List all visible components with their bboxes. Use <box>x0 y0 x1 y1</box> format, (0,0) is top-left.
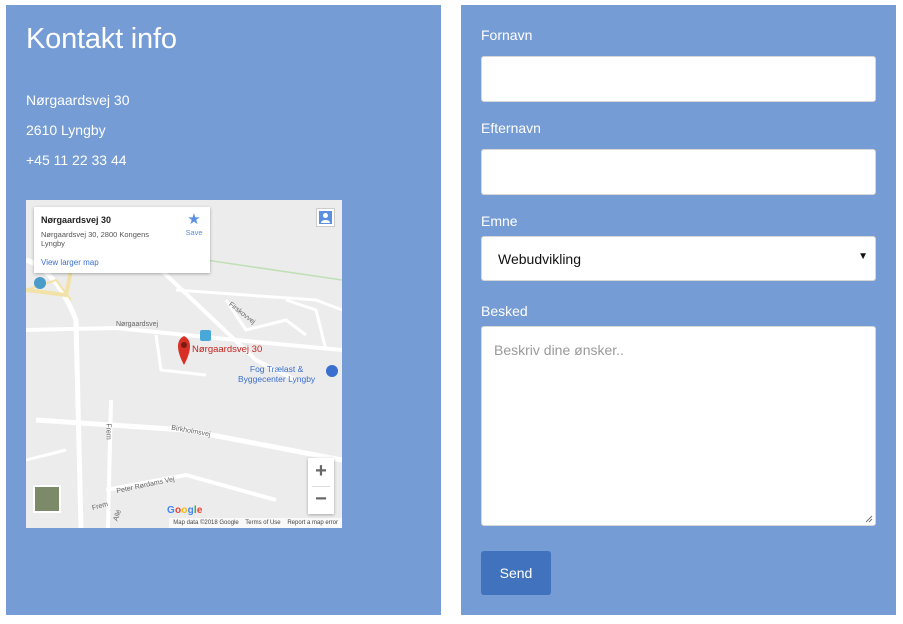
street-view-pegman-button[interactable] <box>316 208 335 227</box>
phone-number: +45 11 22 33 44 <box>26 152 127 168</box>
subject-select[interactable]: Webudvikling ▼ <box>481 236 876 281</box>
message-textarea[interactable]: Beskriv dine ønsker.. <box>481 326 876 526</box>
poi-label-line2: Byggecenter Lyngby <box>238 374 316 384</box>
pin-label: Nørgaardsvej 30 <box>192 344 263 355</box>
zoom-control: + − <box>308 458 334 514</box>
contact-info-panel: Kontakt info Nørgaardsvej 30 2610 Lyngby… <box>6 5 441 615</box>
last-name-label: Efternavn <box>481 120 541 136</box>
google-logo-letter: G <box>167 505 175 516</box>
poi-label-line1: Fog Trælast & <box>249 364 304 374</box>
google-logo: Google <box>167 505 203 516</box>
save-label: Save <box>185 228 203 237</box>
satellite-toggle-thumbnail[interactable] <box>33 485 61 513</box>
subject-selected-value: Webudvikling <box>498 251 582 267</box>
subject-label: Emne <box>481 213 518 229</box>
star-icon: ★ <box>187 211 201 228</box>
send-button[interactable]: Send <box>481 551 551 595</box>
map-card-title: Nørgaardsvej 30 <box>41 215 112 225</box>
street-label: Frem <box>104 423 112 440</box>
contact-title: Kontakt info <box>26 23 177 55</box>
address-street: Nørgaardsvej 30 <box>26 92 130 108</box>
contact-form-panel: Fornavn Efternavn Emne Webudvikling ▼ Be… <box>461 5 896 615</box>
dropdown-arrow-icon: ▼ <box>858 251 868 262</box>
view-larger-map-link[interactable]: View larger map <box>41 258 99 267</box>
map-info-card: Nørgaardsvej 30 Nørgaardsvej 30, 2800 Ko… <box>34 207 210 273</box>
message-label: Besked <box>481 303 528 319</box>
map-card-address: Nørgaardsvej 30, 2800 Kongens Lyngby <box>41 230 149 248</box>
last-name-input[interactable] <box>481 149 876 195</box>
first-name-label: Fornavn <box>481 27 533 43</box>
map-data-credit: Map data ©2018 Google <box>173 520 239 526</box>
zoom-in-button[interactable]: + <box>308 458 334 486</box>
street-label: Nørgaardsvej <box>116 321 159 328</box>
save-button[interactable]: ★ Save <box>182 211 206 238</box>
message-placeholder: Beskriv dine ønsker.. <box>494 342 624 358</box>
zoom-divider <box>312 486 330 487</box>
report-map-error-link[interactable]: Report a map error <box>287 520 338 526</box>
terms-of-use-link[interactable]: Terms of Use <box>245 520 280 526</box>
first-name-input[interactable] <box>481 56 876 102</box>
embedded-map[interactable]: Nørgaardsvej Firskovvej Birkholmsvej Fre… <box>26 200 342 528</box>
resize-grip-icon[interactable] <box>865 515 873 523</box>
poi-label[interactable]: Fog Trælast & Byggecenter Lyngby <box>238 364 315 384</box>
person-icon <box>319 211 332 224</box>
map-footer: Map data ©2018 Google Terms of Use Repor… <box>169 518 342 528</box>
address-city: 2610 Lyngby <box>26 122 106 138</box>
zoom-out-button[interactable]: − <box>308 486 334 514</box>
